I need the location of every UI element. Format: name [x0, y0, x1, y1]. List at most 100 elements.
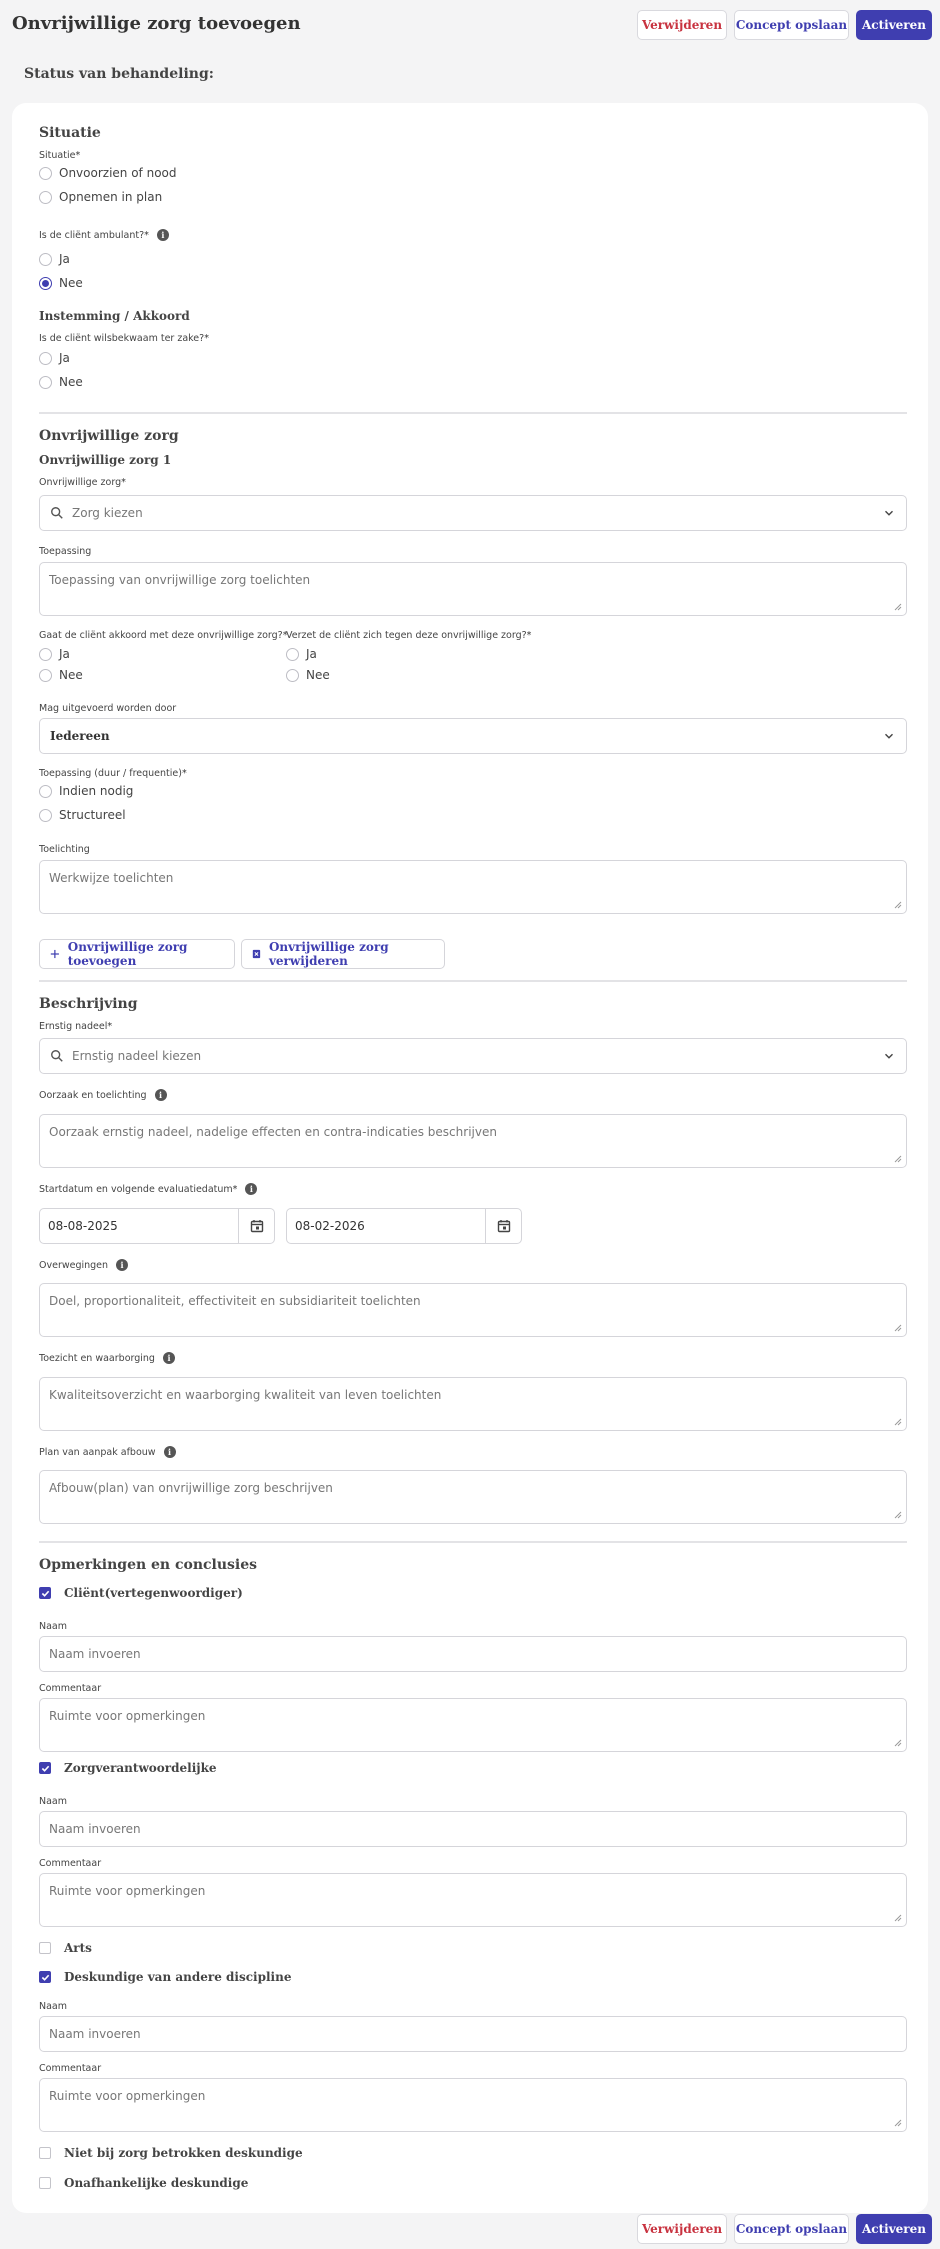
client-naam-input[interactable]: Naam invoeren	[39, 1636, 907, 1672]
ovz-subheading: Onvrijwillige zorg 1	[39, 453, 172, 467]
ambulant-label: Is de cliënt ambulant? * i	[39, 229, 169, 241]
resize-grip-icon[interactable]	[894, 1914, 902, 1922]
remove-zorg-button[interactable]: Onvrijwillige zorg verwijderen	[241, 939, 445, 969]
zorg-select[interactable]: Zorg kiezen	[39, 495, 907, 531]
oorzaak-placeholder: Oorzaak ernstig nadeel, nadelige effecte…	[49, 1125, 497, 1139]
start-date-input[interactable]: 08-08-2025	[39, 1208, 239, 1244]
checkbox-client[interactable]: Cliënt(vertegenwoordiger)	[39, 1586, 243, 1600]
calendar-icon	[250, 1220, 263, 1233]
checkbox-arts[interactable]: Arts	[39, 1941, 92, 1955]
toepassing-textarea[interactable]: Toepassing van onvrijwillige zorg toelic…	[39, 562, 907, 616]
add-zorg-button[interactable]: Onvrijwillige zorg toevoegen	[39, 939, 235, 969]
radio-akkoord-nee[interactable]: Nee	[39, 668, 83, 682]
save-concept-button-bottom[interactable]: Concept opslaan	[734, 2214, 849, 2244]
checkbox-deskundige-andere-discipline[interactable]: Deskundige van andere discipline	[39, 1970, 291, 1984]
radio-circle	[286, 668, 299, 682]
search-icon	[51, 507, 63, 519]
naam-label: Naam	[39, 1621, 68, 1632]
uitgevoerd-value: Iedereen	[50, 729, 110, 743]
save-concept-button[interactable]: Concept opslaan	[734, 10, 849, 40]
activate-button-bottom[interactable]: Activeren	[856, 2214, 932, 2244]
nadeel-label: Ernstig nadeel*	[39, 1021, 113, 1032]
info-icon[interactable]: i	[162, 1352, 175, 1364]
wilsbekwaam-label: Is de cliënt wilsbekwaam ter zake?*	[39, 333, 209, 344]
divider	[39, 1541, 907, 1543]
info-icon[interactable]: i	[163, 1446, 176, 1458]
plan-textarea[interactable]: Afbouw(plan) van onvrijwillige zorg besc…	[39, 1470, 907, 1524]
checkbox-zorgverantwoordelijke[interactable]: Zorgverantwoordelijke	[39, 1761, 217, 1775]
overwegingen-textarea[interactable]: Doel, proportionaliteit, effectiviteit e…	[39, 1283, 907, 1337]
resize-grip-icon[interactable]	[894, 2119, 902, 2127]
chevron-down-icon	[885, 510, 893, 516]
resize-grip-icon[interactable]	[894, 1324, 902, 1332]
beschrijving-heading: Beschrijving	[39, 996, 138, 1012]
overwegingen-placeholder: Doel, proportionaliteit, effectiviteit e…	[49, 1294, 421, 1308]
toepassing-placeholder: Toepassing van onvrijwillige zorg toelic…	[49, 573, 311, 587]
radio-verzet-ja[interactable]: Ja	[286, 647, 317, 661]
form-card: Situatie Situatie* Onvoorzien of nood Op…	[12, 103, 928, 2213]
deskundige-commentaar-textarea[interactable]: Ruimte voor opmerkingen	[39, 2078, 907, 2132]
info-icon[interactable]: i	[245, 1183, 258, 1195]
commentaar-label: Commentaar	[39, 1858, 102, 1869]
checkbox-box	[39, 1971, 51, 1983]
delete-button[interactable]: Verwijderen	[637, 10, 727, 40]
radio-verzet-nee[interactable]: Nee	[286, 668, 330, 682]
resize-grip-icon[interactable]	[894, 603, 902, 611]
radio-akkoord-ja[interactable]: Ja	[39, 647, 70, 661]
eval-date-input[interactable]: 08-02-2026	[286, 1208, 486, 1244]
radio-circle	[39, 647, 52, 661]
zorgverantwoordelijke-naam-input[interactable]: Naam invoeren	[39, 1811, 907, 1847]
resize-grip-icon[interactable]	[894, 1418, 902, 1426]
radio-circle	[39, 252, 52, 266]
checkbox-niet-betrokken-deskundige[interactable]: Niet bij zorg betrokken deskundige	[39, 2146, 303, 2160]
radio-ambulant-ja[interactable]: Ja	[39, 252, 70, 266]
instemming-heading: Instemming / Akkoord	[39, 309, 190, 323]
info-icon[interactable]: i	[156, 229, 169, 241]
deskundige-naam-input[interactable]: Naam invoeren	[39, 2016, 907, 2052]
uitgevoerd-label: Mag uitgevoerd worden door	[39, 703, 177, 714]
toezicht-textarea[interactable]: Kwaliteitsoverzicht en waarborging kwali…	[39, 1377, 907, 1431]
oorzaak-textarea[interactable]: Oorzaak ernstig nadeel, nadelige effecte…	[39, 1114, 907, 1168]
radio-wilsbekwaam-ja[interactable]: Ja	[39, 351, 70, 365]
radio-circle	[39, 166, 52, 180]
radio-opnemen-in-plan[interactable]: Opnemen in plan	[39, 190, 162, 204]
chevron-down-icon	[885, 733, 893, 739]
check-icon	[41, 1974, 49, 1981]
search-icon	[51, 1050, 63, 1062]
checkbox-box	[39, 1587, 51, 1599]
activate-button[interactable]: Activeren	[856, 10, 932, 40]
naam-label: Naam	[39, 1796, 68, 1807]
datum-label: Startdatum en volgende evaluatiedatum * i	[39, 1183, 258, 1195]
info-icon[interactable]: i	[116, 1259, 129, 1271]
radio-indien-nodig[interactable]: Indien nodig	[39, 784, 133, 798]
nadeel-select[interactable]: Ernstig nadeel kiezen	[39, 1038, 907, 1074]
radio-circle	[39, 784, 52, 798]
eval-date-picker: 08-02-2026	[286, 1208, 522, 1244]
radio-structureel[interactable]: Structureel	[39, 808, 126, 822]
info-icon[interactable]: i	[154, 1089, 167, 1101]
resize-grip-icon[interactable]	[894, 1739, 902, 1747]
radio-wilsbekwaam-nee[interactable]: Nee	[39, 375, 83, 389]
resize-grip-icon[interactable]	[894, 1155, 902, 1163]
radio-circle	[39, 375, 52, 389]
zorgverantwoordelijke-commentaar-textarea[interactable]: Ruimte voor opmerkingen	[39, 1873, 907, 1927]
client-commentaar-textarea[interactable]: Ruimte voor opmerkingen	[39, 1698, 907, 1752]
zorg-placeholder: Zorg kiezen	[72, 506, 143, 520]
resize-grip-icon[interactable]	[894, 1511, 902, 1519]
divider	[39, 980, 907, 982]
radio-onvoorzien[interactable]: Onvoorzien of nood	[39, 166, 177, 180]
radio-ambulant-nee[interactable]: Nee	[39, 276, 83, 290]
check-icon	[41, 1765, 49, 1772]
delete-button-bottom[interactable]: Verwijderen	[637, 2214, 727, 2244]
uitgevoerd-select[interactable]: Iedereen	[39, 718, 907, 754]
checkbox-box	[39, 2177, 51, 2189]
toezicht-placeholder: Kwaliteitsoverzicht en waarborging kwali…	[49, 1388, 442, 1402]
calendar-button[interactable]	[486, 1208, 522, 1244]
resize-grip-icon[interactable]	[894, 901, 902, 909]
calendar-button[interactable]	[239, 1208, 275, 1244]
toelichting-textarea[interactable]: Werkwijze toelichten	[39, 860, 907, 914]
opmerkingen-heading: Opmerkingen en conclusies	[39, 1557, 258, 1573]
checkbox-onafhankelijke-deskundige[interactable]: Onafhankelijke deskundige	[39, 2176, 248, 2190]
divider	[39, 412, 907, 414]
radio-circle-selected	[39, 276, 52, 290]
